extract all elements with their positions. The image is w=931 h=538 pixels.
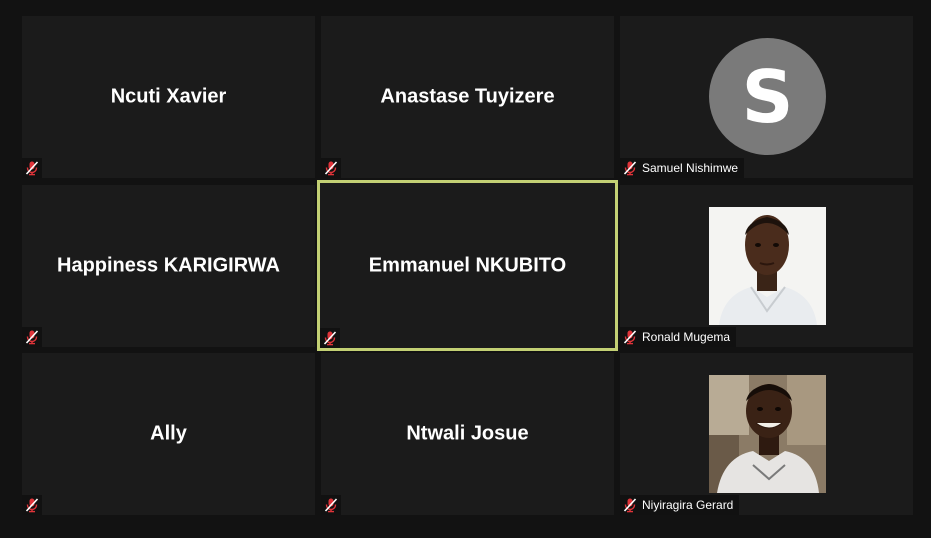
- participant-name: Emmanuel NKUBITO: [368, 254, 567, 276]
- participant-tile[interactable]: Ally: [22, 353, 315, 515]
- participant-photo-ronald: [709, 207, 826, 325]
- participant-name: Ronald Mugema: [642, 330, 731, 344]
- participant-video: [709, 207, 826, 325]
- participant-tile[interactable]: Happiness KARIGIRWA: [22, 185, 315, 347]
- participant-tile[interactable]: Ncuti Xavier: [22, 16, 315, 178]
- participant-name: Ally: [150, 422, 187, 445]
- mic-muted-icon: [24, 160, 40, 176]
- mic-muted-indicator: [321, 158, 341, 178]
- mic-muted-icon: [622, 329, 638, 345]
- participant-name-tag: Niyiragira Gerard: [620, 495, 740, 515]
- participant-video: [709, 375, 826, 493]
- mic-muted-indicator: [321, 495, 341, 515]
- mic-muted-icon: [622, 160, 638, 176]
- participant-name: Happiness KARIGIRWA: [57, 254, 280, 277]
- participant-name: Ntwali Josue: [406, 422, 529, 445]
- avatar-letter: S: [741, 54, 794, 139]
- participant-tile[interactable]: Niyiragira Gerard: [620, 353, 913, 515]
- mic-muted-icon: [24, 497, 40, 513]
- mic-muted-icon: [622, 497, 638, 513]
- participant-grid: Ncuti Xavier Anastase Tuyizere S Samuel …: [0, 0, 931, 538]
- mic-muted-indicator: [22, 158, 42, 178]
- participant-tile[interactable]: S Samuel Nishimwe: [620, 16, 913, 178]
- participant-name: Anastase Tuyizere: [380, 85, 555, 108]
- participant-name-tag: Samuel Nishimwe: [620, 158, 745, 178]
- participant-tile[interactable]: Anastase Tuyizere: [321, 16, 614, 178]
- participant-tile[interactable]: Ronald Mugema: [620, 185, 913, 347]
- participant-tile[interactable]: Ntwali Josue: [321, 353, 614, 515]
- mic-muted-indicator: [22, 327, 42, 347]
- participant-name: Niyiragira Gerard: [642, 498, 734, 512]
- active-speaker-tile[interactable]: Emmanuel NKUBITO: [317, 180, 618, 351]
- mic-muted-icon: [323, 160, 339, 176]
- mic-muted-icon: [322, 330, 338, 346]
- participant-name: Samuel Nishimwe: [642, 161, 739, 175]
- participant-name: Ncuti Xavier: [110, 85, 227, 108]
- participant-photo-gerard: [709, 375, 826, 493]
- mic-muted-indicator: [22, 495, 42, 515]
- mic-muted-indicator: [320, 328, 340, 348]
- mic-muted-icon: [24, 329, 40, 345]
- mic-muted-icon: [323, 497, 339, 513]
- avatar: S: [709, 38, 826, 155]
- participant-name-tag: Ronald Mugema: [620, 327, 737, 347]
